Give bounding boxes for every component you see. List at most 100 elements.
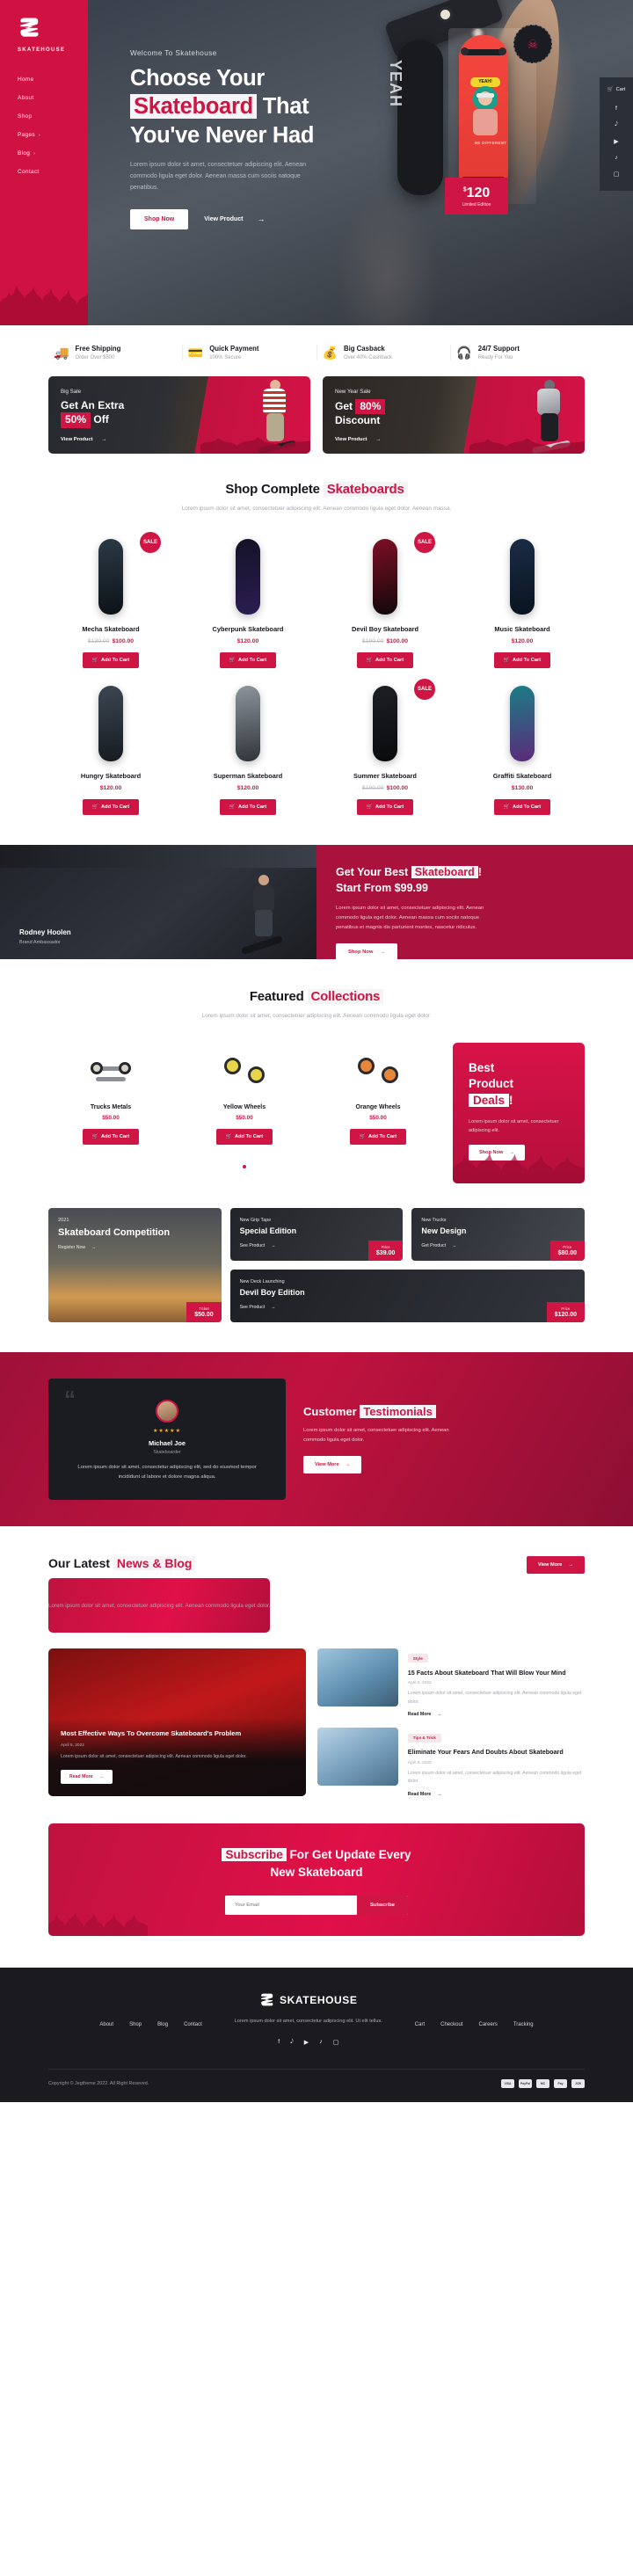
tile-link[interactable]: See Product →: [240, 1305, 575, 1310]
add-to-cart-button[interactable]: 🛒 Add To Cart: [220, 798, 276, 815]
product-card[interactable]: SALE Summer Skateboard $190.00 $100.00 🛒 A…: [323, 678, 447, 815]
product-card[interactable]: Superman Skateboard $120.00 🛒 Add To Cart: [186, 680, 310, 815]
email-field[interactable]: [224, 1896, 357, 1916]
promo-line1: Get An Extra: [61, 398, 125, 411]
testimonials-button-label: View More: [315, 1461, 339, 1467]
blog-post-item[interactable]: Style 15 Facts About Skateboard That Wil…: [316, 1648, 585, 1717]
footer-logo[interactable]: SKATEHOUSE: [225, 1992, 392, 2007]
testimonials-view-more-button[interactable]: View More →: [303, 1455, 362, 1474]
add-to-cart-button[interactable]: 🛒 Add To Cart: [216, 1128, 273, 1145]
best-product-deals-card[interactable]: Best Product Deals! Lorem ipsum dolor si…: [453, 1042, 585, 1183]
carousel-dot-active[interactable]: [243, 1164, 246, 1168]
featured-post-card[interactable]: Most Effective Ways To Overcome Skateboa…: [48, 1648, 306, 1796]
add-to-cart-button[interactable]: 🛒 Add To Cart: [220, 651, 276, 668]
blog-grid: Most Effective Ways To Overcome Skateboa…: [48, 1648, 585, 1797]
sidebar-item-about[interactable]: About: [18, 89, 88, 107]
footer-link-shop[interactable]: Shop: [129, 2022, 142, 2027]
tile-link-label: Get Product: [421, 1242, 447, 1248]
twitter-icon[interactable]: 𝅘𝅥𝅮: [290, 2039, 294, 2046]
quote-icon: “: [64, 1385, 76, 1412]
collection-card[interactable]: Trucks Metals $50.00 🛒 Add To Cart: [48, 1043, 173, 1145]
sale-badge: SALE: [414, 531, 435, 553]
tile-link[interactable]: Register Now →: [58, 1245, 212, 1250]
ambassador-shop-now-button[interactable]: Shop Now →: [336, 942, 398, 959]
add-to-cart-button[interactable]: 🛒 Add To Cart: [494, 798, 550, 815]
tile-competition[interactable]: 2021 Skateboard Competition Register Now…: [48, 1207, 222, 1322]
promo-eyebrow: Big Sale: [61, 388, 82, 395]
sidebar-item-shop[interactable]: Shop: [18, 107, 88, 126]
cart-button[interactable]: 🛒 Cart: [600, 83, 633, 100]
sidebar-item-contact[interactable]: Contact: [18, 163, 88, 181]
promo-view-product-link[interactable]: View Product →: [335, 437, 472, 442]
footer-link-tracking[interactable]: Tracking: [513, 2022, 534, 2027]
product-name: Superman Skateboard: [213, 771, 283, 780]
tile-eyebrow: New Grip Tape: [239, 1217, 272, 1223]
post-thumbnail: [316, 1648, 398, 1706]
instagram-icon[interactable]: ▢: [600, 165, 633, 182]
sidebar-item-pages[interactable]: Pages ›: [18, 126, 88, 144]
post-read-more[interactable]: Read More →: [408, 1712, 585, 1717]
sidebar-item-home[interactable]: Home: [18, 70, 88, 89]
ambassador-role: Brand Ambassador: [19, 939, 61, 945]
hero-product-card[interactable]: YEAH YEAH! BE DIFFERENT ☠ $120 Limited E…: [387, 25, 552, 215]
product-card[interactable]: SALE Devil Boy Skateboard $190.00 $100.00…: [323, 531, 447, 668]
promo-view-product-link[interactable]: View Product →: [61, 437, 198, 442]
wheel-graphic: [91, 1061, 103, 1074]
add-to-cart-button[interactable]: 🛒 Add To Cart: [357, 651, 413, 668]
facebook-icon[interactable]: f: [600, 100, 633, 116]
youtube-icon[interactable]: ▶: [600, 133, 633, 149]
shop-now-button[interactable]: Shop Now: [130, 208, 189, 229]
featured-post-overlay: Most Effective Ways To Overcome Skateboa…: [48, 1718, 306, 1796]
product-card[interactable]: Graffiti Skateboard $130.00 🛒 Add To Cart: [460, 680, 585, 815]
add-to-cart-label: Add To Cart: [100, 1133, 130, 1139]
cart-icon: 🛒: [91, 804, 98, 810]
tiktok-icon[interactable]: ♪: [319, 2039, 323, 2046]
footer-link-blog[interactable]: Blog: [157, 2022, 168, 2027]
add-to-cart-label: Add To Cart: [100, 657, 130, 663]
blog-post-item[interactable]: Tips & Trick Eliminate Your Fears And Do…: [316, 1728, 585, 1797]
collection-items: Trucks Metals $50.00 🛒 Add To Cart Yellow…: [48, 1043, 440, 1145]
add-to-cart-button[interactable]: 🛒 Add To Cart: [494, 651, 550, 668]
add-to-cart-button[interactable]: 🛒 Add To Cart: [357, 798, 413, 815]
featured-post-read-more[interactable]: Read More →: [61, 1769, 113, 1784]
youtube-icon[interactable]: ▶: [304, 2039, 309, 2046]
promo-big-sale[interactable]: Big Sale Get An Extra 50% Off View Produ…: [48, 375, 310, 454]
logo[interactable]: SKATEHOUSE: [0, 0, 88, 53]
tiktok-icon[interactable]: ♪: [600, 149, 633, 165]
footer-link-checkout[interactable]: Checkout: [440, 2022, 462, 2027]
footer-link-cart[interactable]: Cart: [415, 2022, 425, 2027]
subscribe-button[interactable]: Subscribe: [356, 1896, 409, 1916]
add-to-cart-button[interactable]: 🛒 Add To Cart: [83, 1128, 139, 1145]
blog-view-more-button[interactable]: View More →: [526, 1555, 585, 1574]
twitter-icon[interactable]: 𝅘𝅥𝅮: [600, 116, 633, 133]
tile-deck[interactable]: New Deck Launching Devil Boy Edition See…: [229, 1269, 585, 1322]
tile-trucks[interactable]: New Trucks New Design Get Product → Price…: [411, 1207, 585, 1261]
product-card[interactable]: Hungry Skateboard $120.00 🛒 Add To Cart: [48, 680, 173, 815]
footer-link-contact[interactable]: Contact: [184, 2022, 202, 2027]
promo-content: Big Sale Get An Extra 50% Off View Produ…: [48, 376, 198, 454]
post-read-more[interactable]: Read More →: [408, 1792, 585, 1797]
instagram-icon[interactable]: ▢: [333, 2039, 339, 2046]
facebook-icon[interactable]: f: [278, 2039, 280, 2046]
footer-link-about[interactable]: About: [99, 2022, 113, 2027]
collection-card[interactable]: Yellow Wheels $50.00 🛒 Add To Cart: [182, 1043, 307, 1145]
view-product-link[interactable]: View Product →: [204, 215, 265, 223]
subscribe-title: Subscribe For Get Update Every New Skate…: [48, 1846, 585, 1882]
add-to-cart-button[interactable]: 🛒 Add To Cart: [83, 798, 139, 815]
post-excerpt: Lorem ipsum dolor sit amet, consectetuer…: [407, 1691, 582, 1705]
carousel-dots[interactable]: [48, 1157, 440, 1173]
footer-link-careers[interactable]: Careers: [478, 2022, 497, 2027]
product-image: SALE: [323, 531, 447, 615]
sidebar-item-label: Home: [18, 76, 34, 83]
tile-grip-tape[interactable]: New Grip Tape Special Edition See Produc…: [229, 1207, 404, 1261]
collection-card[interactable]: Orange Wheels $50.00 🛒 Add To Cart: [316, 1043, 440, 1145]
add-to-cart-button[interactable]: 🛒 Add To Cart: [83, 651, 139, 668]
promo-link-label: View Product: [335, 437, 367, 443]
product-card[interactable]: Music Skateboard $120.00 🛒 Add To Cart: [460, 534, 585, 668]
product-card[interactable]: Cyberpunk Skateboard $120.00 🛒 Add To Car…: [186, 534, 310, 668]
testimonial-author-role: Skateboarder: [153, 1449, 181, 1455]
add-to-cart-button[interactable]: 🛒 Add To Cart: [350, 1128, 406, 1145]
promo-new-year[interactable]: New Year Sale Get 80% Discount View Prod…: [323, 375, 585, 454]
product-card[interactable]: SALE Mecha Skateboard $130.00 $100.00 🛒 Ad…: [48, 531, 173, 668]
sidebar-item-blog[interactable]: Blog ›: [18, 144, 88, 163]
